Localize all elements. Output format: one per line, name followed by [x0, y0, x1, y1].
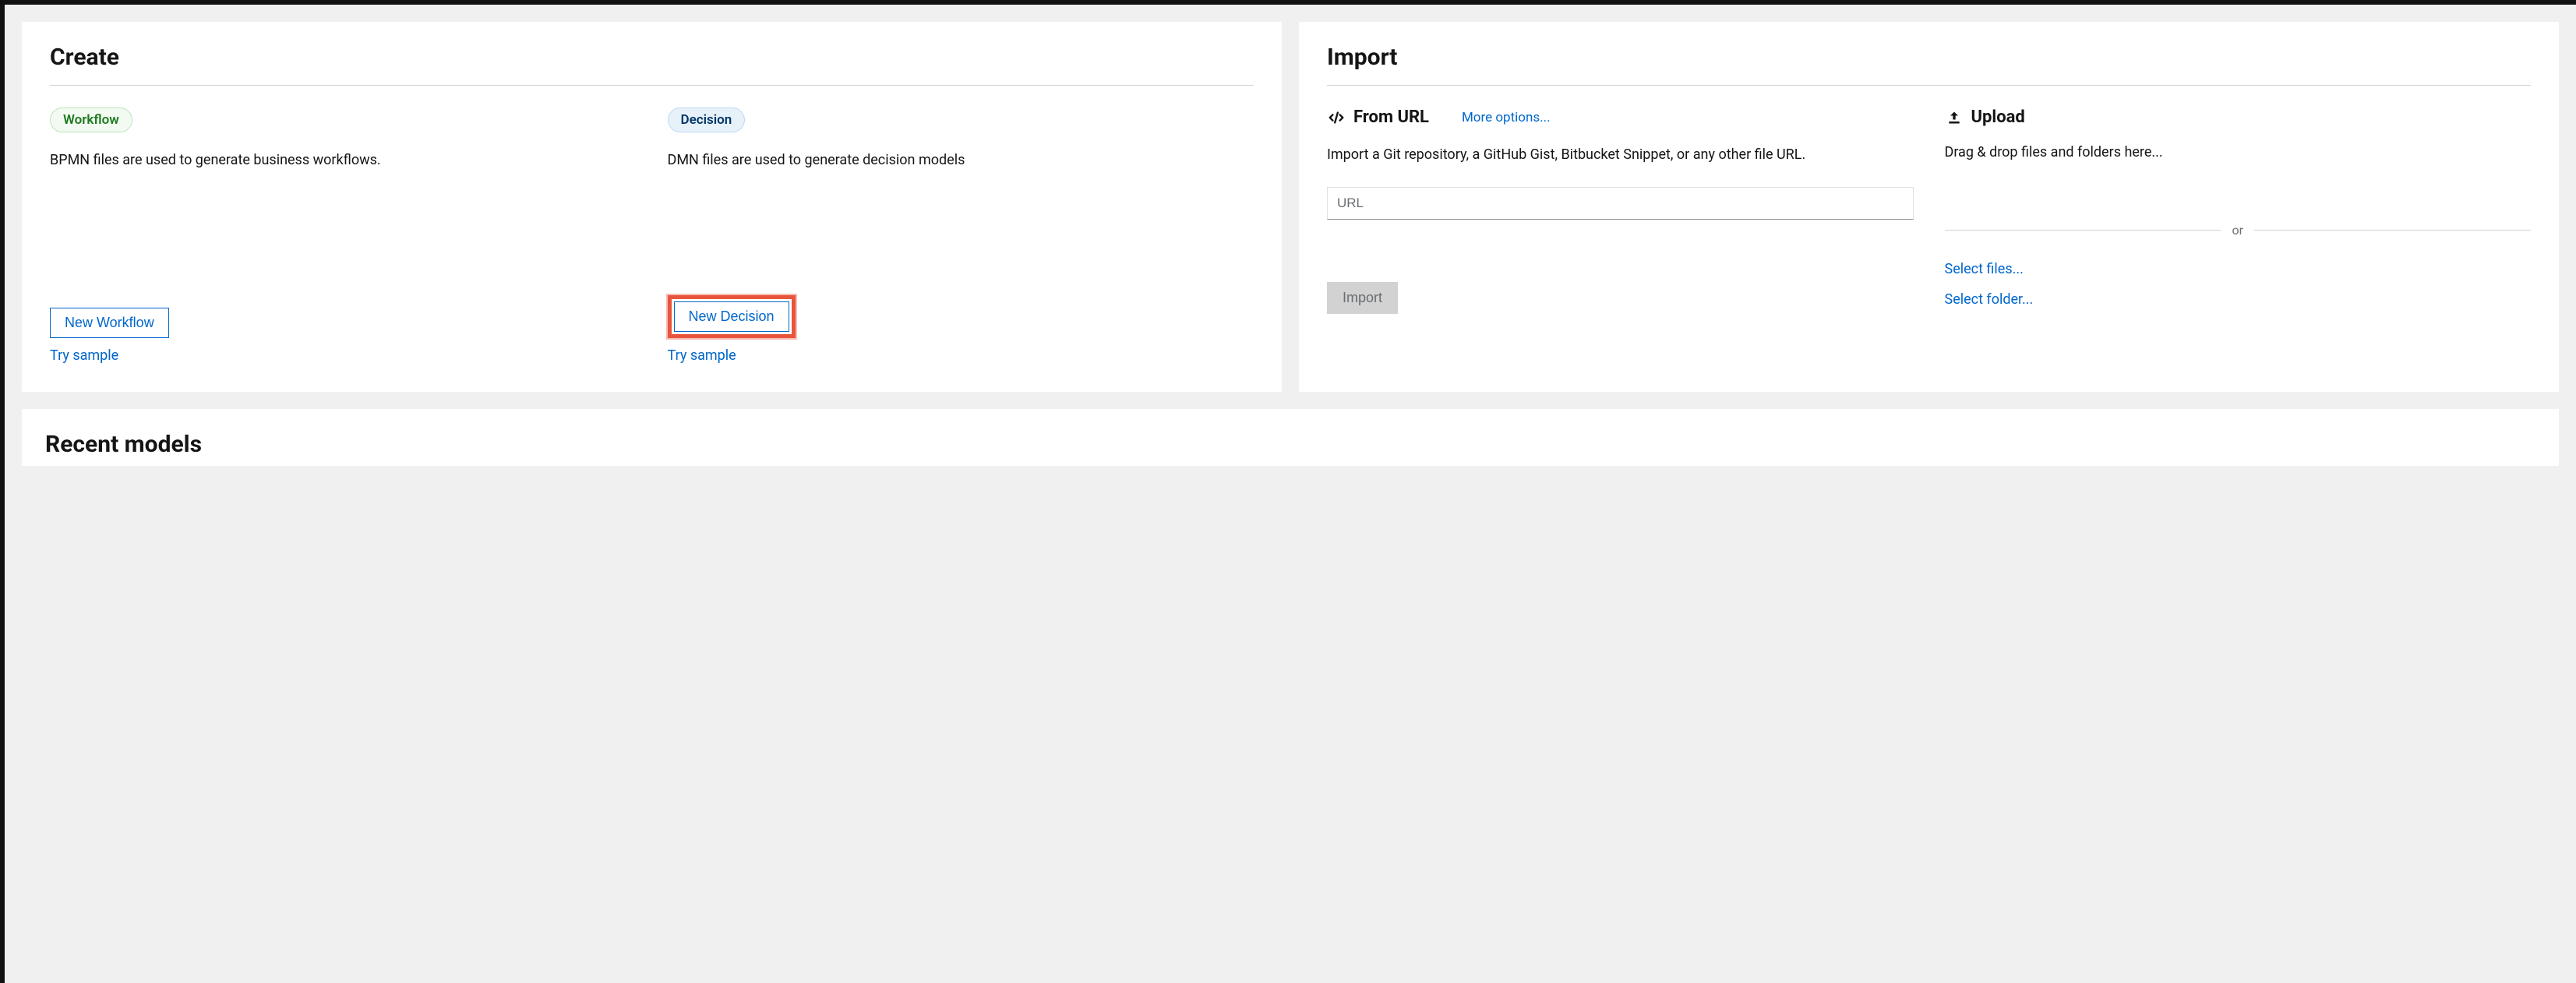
url-input[interactable]: [1327, 187, 1914, 220]
upload-column: Upload Drag & drop files and folders her…: [1945, 107, 2532, 314]
decision-description: DMN files are used to generate decision …: [668, 150, 1254, 171]
decision-column: Decision DMN files are used to generate …: [668, 107, 1254, 364]
workflow-try-sample-link[interactable]: Try sample: [50, 347, 118, 364]
recent-models-panel: Recent models: [22, 409, 2559, 466]
import-title: Import: [1327, 44, 2531, 71]
from-url-heading: From URL: [1327, 107, 1429, 127]
divider: [1327, 85, 2531, 86]
create-title: Create: [50, 44, 1254, 71]
from-url-column: From URL More options... Import a Git re…: [1327, 107, 1914, 314]
create-panel: Create Workflow BPMN files are used to g…: [22, 22, 1282, 392]
upload-label: Upload: [1971, 107, 2025, 127]
more-options-link[interactable]: More options...: [1462, 110, 1551, 125]
select-folder-link[interactable]: Select folder...: [1945, 291, 2532, 308]
decision-badge: Decision: [668, 107, 746, 132]
select-files-link[interactable]: Select files...: [1945, 261, 2532, 277]
code-icon: [1327, 108, 1346, 127]
from-url-label: From URL: [1353, 107, 1429, 127]
upload-heading: Upload: [1945, 107, 2025, 127]
upload-description: Drag & drop files and folders here...: [1945, 144, 2532, 160]
or-separator: or: [1945, 223, 2532, 238]
upload-icon: [1945, 108, 1964, 127]
recent-models-title: Recent models: [45, 431, 2535, 458]
from-url-description: Import a Git repository, a GitHub Gist, …: [1327, 144, 1914, 165]
workflow-description: BPMN files are used to generate business…: [50, 150, 637, 171]
workflow-column: Workflow BPMN files are used to generate…: [50, 107, 637, 364]
new-workflow-button[interactable]: New Workflow: [50, 308, 169, 338]
import-panel: Import From URL More options... Impor: [1299, 22, 2559, 392]
decision-try-sample-link[interactable]: Try sample: [668, 347, 736, 364]
new-decision-highlight: New Decision: [668, 295, 796, 338]
import-button: Import: [1327, 282, 1398, 314]
workflow-badge: Workflow: [50, 107, 132, 132]
new-decision-button[interactable]: New Decision: [674, 301, 789, 332]
divider: [50, 85, 1254, 86]
